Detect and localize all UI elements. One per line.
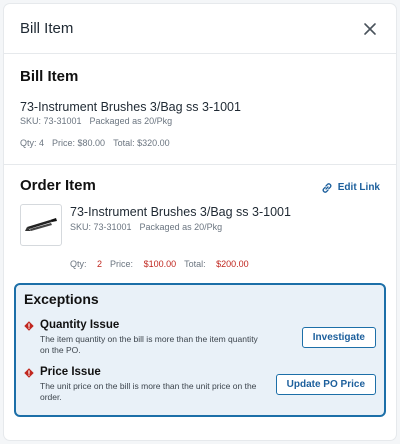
order-item-body: 73-Instrument Brushes 3/Bag ss 3-1001 SK…	[20, 204, 380, 246]
warning-diamond-icon	[24, 321, 34, 331]
order-item-qty-label: Qty:	[70, 259, 87, 269]
order-item-sku-line: SKU: 73-31001 Packaged as 20/Pkg	[70, 222, 291, 232]
update-po-price-button[interactable]: Update PO Price	[275, 374, 376, 395]
bill-item-total: Total: $320.00	[113, 138, 170, 148]
exception-description: The item quantity on the bill is more th…	[40, 334, 258, 355]
order-item-qty: Qty: 2	[70, 259, 102, 269]
edit-link-button[interactable]: Edit Link	[321, 182, 380, 194]
bill-item-panel: Bill Item Bill Item 73-Instrument Brushe…	[4, 4, 396, 440]
exception-quantity-issue: Quantity Issue The item quantity on the …	[24, 319, 376, 356]
investigate-button[interactable]: Investigate	[301, 327, 376, 348]
order-item-price-label: Price:	[110, 259, 134, 269]
order-item-sku: SKU: 73-31001	[70, 222, 132, 232]
order-item-section: Order Item Edit Link 73-Instrument Brush…	[4, 165, 396, 283]
panel-header: Bill Item	[4, 4, 396, 54]
exception-title: Price Issue	[40, 366, 101, 378]
exception-info: Quantity Issue The item quantity on the …	[24, 319, 264, 356]
order-item-total-label: Total:	[184, 259, 206, 269]
bill-item-sku-line: SKU: 73-31001 Packaged as 20/Pkg	[20, 116, 380, 126]
order-item-heading: Order Item	[20, 177, 96, 194]
order-item-total: Total: $200.00	[184, 259, 249, 269]
bill-item-sku: SKU: 73-31001	[20, 116, 82, 126]
bill-item-packaging: Packaged as 20/Pkg	[89, 116, 173, 126]
order-item-packaging: Packaged as 20/Pkg	[139, 222, 223, 232]
order-item-name: 73-Instrument Brushes 3/Bag ss 3-1001	[70, 205, 291, 219]
bill-item-price-line: Qty: 4 Price: $80.00 Total: $320.00	[20, 138, 380, 148]
warning-diamond-icon	[24, 368, 34, 378]
bill-item-price: Price: $80.00	[52, 138, 106, 148]
order-item-price-value: $100.00	[143, 259, 177, 269]
order-item-total-value: $200.00	[216, 259, 249, 269]
exception-price-issue: Price Issue The unit price on the bill i…	[24, 366, 376, 403]
product-thumbnail	[20, 204, 62, 246]
bill-item-qty: Qty: 4	[20, 138, 45, 148]
panel-title: Bill Item	[20, 20, 74, 37]
bill-item-section: Bill Item 73-Instrument Brushes 3/Bag ss…	[4, 54, 396, 165]
edit-link-label[interactable]: Edit Link	[338, 182, 380, 193]
close-button[interactable]	[360, 19, 380, 39]
order-item-qty-value: 2	[97, 259, 103, 269]
bill-item-name: 73-Instrument Brushes 3/Bag ss 3-1001	[20, 100, 241, 114]
exception-text: Price Issue The unit price on the bill i…	[40, 366, 264, 403]
exception-info: Price Issue The unit price on the bill i…	[24, 366, 264, 403]
close-icon[interactable]	[360, 19, 380, 39]
exceptions-heading: Exceptions	[24, 291, 99, 307]
exceptions-box: Exceptions Quantity Issue The item quant…	[14, 283, 386, 417]
exception-description: The unit price on the bill is more than …	[40, 381, 257, 402]
order-item-header: Order Item Edit Link	[20, 177, 380, 194]
exception-text: Quantity Issue The item quantity on the …	[40, 319, 264, 356]
order-item-price: Price: $100.00	[110, 259, 176, 269]
order-item-price-line: Qty: 2 Price: $100.00 Total: $200.00	[70, 259, 380, 269]
bill-item-heading: Bill Item	[20, 68, 79, 85]
order-item-info: 73-Instrument Brushes 3/Bag ss 3-1001 SK…	[70, 204, 291, 246]
link-icon	[322, 182, 332, 193]
brush-image	[25, 218, 57, 231]
exception-title: Quantity Issue	[40, 319, 120, 331]
